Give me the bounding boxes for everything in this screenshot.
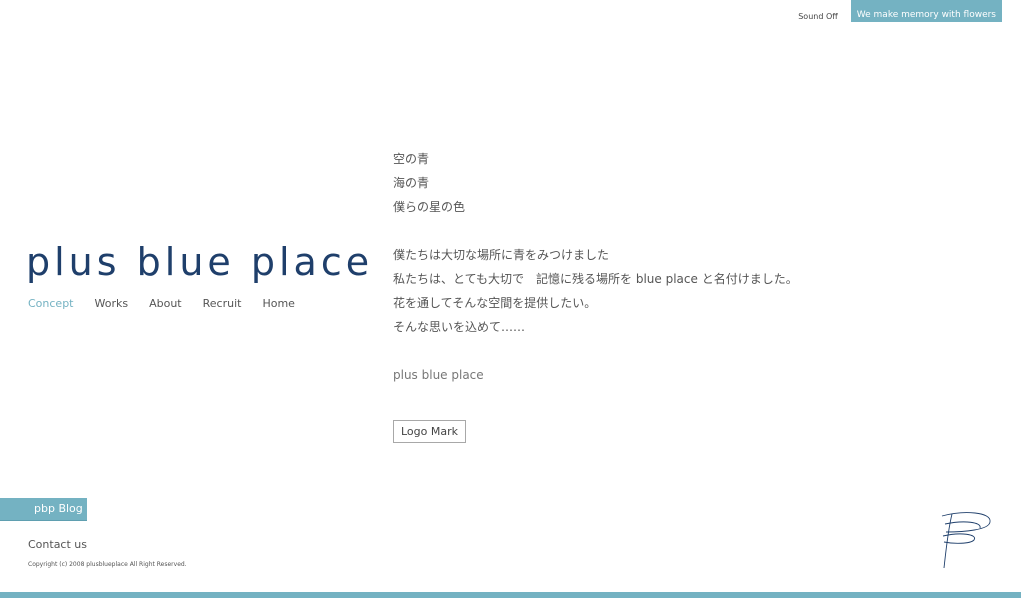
sound-toggle[interactable]: Sound Off (798, 12, 838, 22)
concept-line: 僕たちは大切な場所に青をみつけました (393, 248, 610, 262)
concept-signature: plus blue place (393, 368, 484, 382)
copyright-text: Copyright (c) 2008 plusblueplace All Rig… (28, 561, 187, 568)
concept-line: 私たちは、とても大切で 記憶に残る場所を blue place と名付けました。 (393, 272, 798, 286)
concept-line: 空の青 (393, 152, 430, 166)
tagline-tab[interactable]: We make memory with flowers (850, 0, 1002, 22)
concept-line: 花を通してそんな空間を提供したい。 (393, 296, 597, 310)
nav-item-works[interactable]: Works (95, 297, 129, 311)
top-links: Sound Off We make memory with flowers (798, 0, 1002, 22)
concept-line: そんな思いを込めて…… (393, 320, 526, 334)
scribble-p-logo-icon (941, 512, 991, 569)
blog-link[interactable]: pbp Blog (0, 498, 87, 521)
nav-item-concept[interactable]: Concept (28, 297, 74, 311)
main-nav: Concept Works About Recruit Home (28, 297, 316, 311)
site-logo[interactable]: plus blue place (26, 238, 373, 286)
concept-text: 空の青 海の青 僕らの星の色 僕たちは大切な場所に青をみつけました 私たちは、と… (393, 150, 798, 390)
nav-item-about[interactable]: About (149, 297, 182, 311)
contact-link[interactable]: Contact us (28, 538, 87, 551)
concept-line: 僕らの星の色 (393, 200, 466, 214)
nav-item-home[interactable]: Home (262, 297, 294, 311)
nav-item-recruit[interactable]: Recruit (203, 297, 242, 311)
logo-mark-button[interactable]: Logo Mark (393, 420, 466, 443)
concept-line: 海の青 (393, 176, 430, 190)
bottom-bar (0, 592, 1021, 598)
